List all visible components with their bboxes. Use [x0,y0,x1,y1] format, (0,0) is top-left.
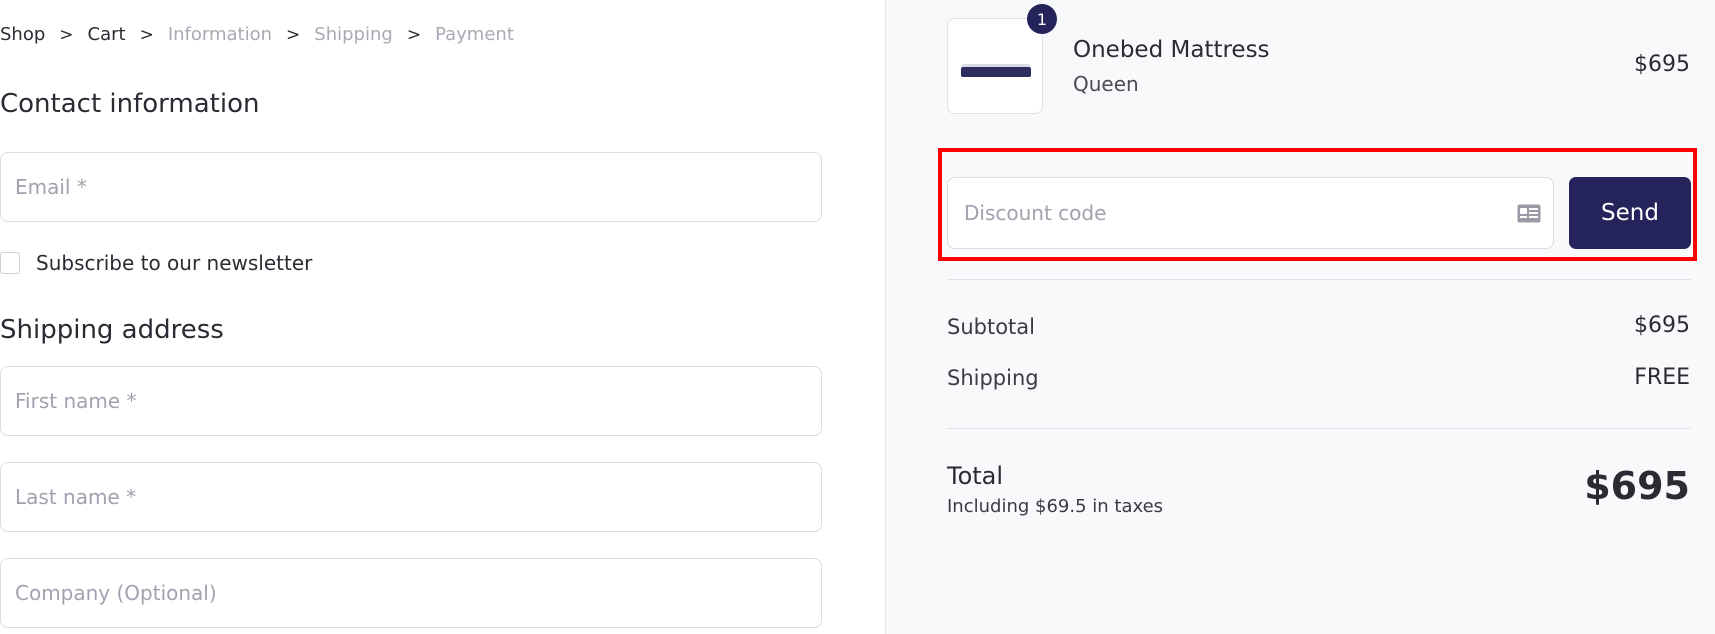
discount-code-input[interactable]: Discount code [947,177,1554,249]
send-discount-button[interactable]: Send [1569,177,1691,249]
shipping-heading: Shipping address [0,315,224,345]
email-placeholder: Email * [15,175,87,199]
product-variant: Queen [1073,72,1139,96]
subtotal-value: $695 [1634,313,1690,338]
total-value: $695 [1584,464,1690,508]
breadcrumb-payment: Payment [435,24,514,45]
breadcrumb-separator: > [286,24,301,45]
breadcrumb-shop[interactable]: Shop [0,24,45,45]
breadcrumb-cart[interactable]: Cart [88,24,126,45]
last-name-field[interactable]: Last name * [0,462,822,532]
quantity-badge: 1 [1027,4,1057,34]
first-name-field[interactable]: First name * [0,366,822,436]
order-summary: 1 Onebed Mattress Queen $695 Discount co… [885,0,1715,634]
first-name-placeholder: First name * [15,389,137,413]
shipping-label: Shipping [947,366,1039,390]
mattress-image-base [961,67,1031,77]
newsletter-label[interactable]: Subscribe to our newsletter [36,251,312,275]
email-field[interactable]: Email * [0,152,822,222]
divider [947,279,1691,280]
breadcrumb-separator: > [139,24,154,45]
newsletter-option: Subscribe to our newsletter [0,251,312,275]
company-field[interactable]: Company (Optional) [0,558,822,628]
subtotal-label: Subtotal [947,315,1035,339]
id-card-icon [1517,204,1541,223]
contact-heading: Contact information [0,89,260,119]
breadcrumb: Shop > Cart > Information > Shipping > P… [0,24,514,45]
breadcrumb-shipping: Shipping [314,24,393,45]
total-label: Total [947,462,1004,490]
breadcrumb-separator: > [59,24,74,45]
product-name: Onebed Mattress [1073,37,1270,63]
discount-placeholder: Discount code [964,201,1107,225]
product-price: $695 [1634,52,1690,77]
last-name-placeholder: Last name * [15,485,137,509]
shipping-value: FREE [1634,365,1690,390]
tax-note: Including $69.5 in taxes [947,496,1164,517]
checkout-form: Shop > Cart > Information > Shipping > P… [0,0,885,634]
divider [947,428,1691,429]
newsletter-checkbox[interactable] [0,252,20,274]
breadcrumb-separator: > [406,24,422,45]
company-placeholder: Company (Optional) [15,581,217,605]
breadcrumb-information: Information [167,24,273,45]
product-thumbnail [947,18,1043,114]
